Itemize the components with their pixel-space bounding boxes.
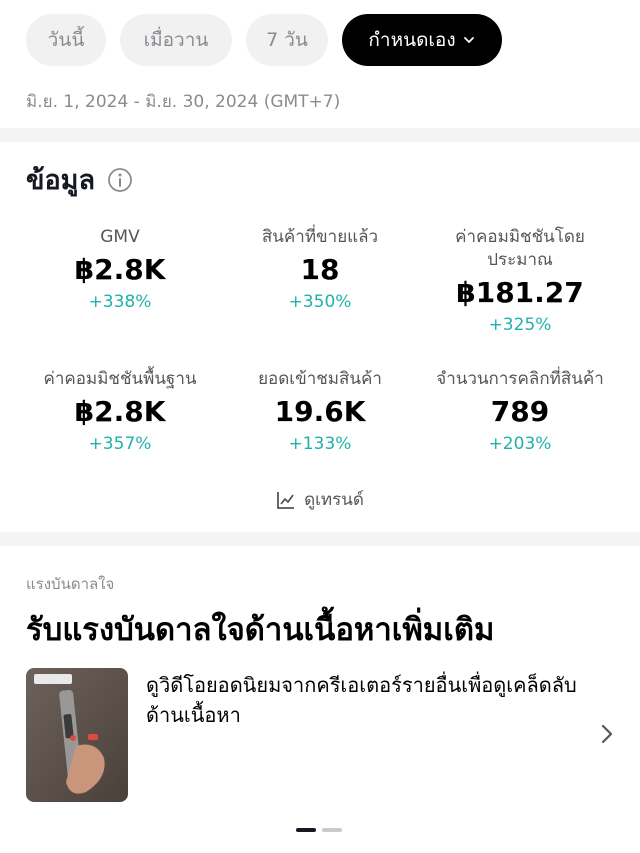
chip-7-days[interactable]: 7 วัน (246, 14, 328, 66)
trend-chart-icon (277, 491, 295, 509)
chip-today[interactable]: วันนี้ (26, 14, 106, 66)
metric-value: ฿181.27 (456, 276, 584, 309)
metric-value: 19.6K (274, 395, 366, 428)
metric-label: สินค้าที่ขายแล้ว (261, 227, 379, 247)
metric-base-commission[interactable]: ค่าคอมมิชชันพื้นฐาน ฿2.8K +357% (25, 368, 215, 454)
metric-product-views[interactable]: ยอดเข้าชมสินค้า 19.6K +133% (225, 368, 415, 454)
metric-label: จำนวนการคลิกที่สินค้า (436, 369, 604, 389)
inspiration-heading: รับแรงบันดาลใจด้านเนื้อหาเพิ่มเติม (26, 612, 495, 648)
view-trends-label: ดูเทรนด์ (304, 490, 364, 510)
carousel-dot-active (296, 828, 316, 832)
metric-value: ฿2.8K (74, 395, 166, 428)
metric-value: 18 (300, 253, 340, 286)
metric-change: +350% (288, 292, 352, 312)
video-thumbnail[interactable] (26, 668, 128, 802)
inspiration-description[interactable]: ดูวิดีโอยอดนิยมจากครีเอเตอร์รายอื่นเพื่อ… (146, 670, 586, 730)
date-chips: วันนี้ เมื่อวาน 7 วัน กำหนดเอง (26, 14, 502, 66)
info-title: ข้อมูล (26, 165, 96, 196)
metric-items-sold[interactable]: สินค้าที่ขายแล้ว 18 +350% (225, 226, 415, 312)
metric-est-commission[interactable]: ค่าคอมมิชชันโดยประมาณ ฿181.27 +325% (425, 226, 615, 335)
metric-value: 789 (490, 395, 550, 428)
metric-product-clicks[interactable]: จำนวนการคลิกที่สินค้า 789 +203% (420, 368, 620, 454)
metric-value: ฿2.8K (74, 253, 166, 286)
inspiration-card: แรงบันดาลใจ รับแรงบันดาลใจด้านเนื้อหาเพิ… (0, 546, 640, 853)
metric-label: ยอดเข้าชมสินค้า (258, 369, 382, 389)
date-range-text: มิ.ย. 1, 2024 - มิ.ย. 30, 2024 (GMT+7) (26, 92, 341, 112)
carousel-indicator (296, 828, 342, 832)
metric-label: GMV (100, 227, 140, 247)
info-icon[interactable] (107, 167, 133, 193)
chevron-down-icon (463, 37, 474, 44)
metric-change: +133% (288, 434, 352, 454)
metric-change: +203% (488, 434, 552, 454)
info-card: ข้อมูล GMV ฿2.8K +338% สินค้าที่ขายแล้ว … (0, 142, 640, 532)
metric-label: ค่าคอมมิชชันพื้นฐาน (43, 369, 197, 389)
metric-change: +325% (488, 315, 552, 335)
metric-gmv[interactable]: GMV ฿2.8K +338% (25, 226, 215, 312)
metric-change: +357% (88, 434, 152, 454)
metric-label: ค่าคอมมิชชันโดยประมาณ (455, 227, 585, 270)
date-filter-section: วันนี้ เมื่อวาน 7 วัน กำหนดเอง มิ.ย. 1, … (0, 0, 640, 128)
chip-yesterday[interactable]: เมื่อวาน (120, 14, 232, 66)
carousel-dot (322, 828, 342, 832)
inspiration-subtitle: แรงบันดาลใจ (26, 575, 115, 593)
chevron-right-icon[interactable] (596, 722, 618, 746)
info-title-row: ข้อมูล (26, 158, 133, 201)
chip-custom-label: กำหนดเอง (368, 29, 456, 51)
metric-change: +338% (88, 292, 152, 312)
chip-custom[interactable]: กำหนดเอง (342, 14, 502, 66)
view-trends-link[interactable]: ดูเทรนด์ (0, 486, 640, 513)
